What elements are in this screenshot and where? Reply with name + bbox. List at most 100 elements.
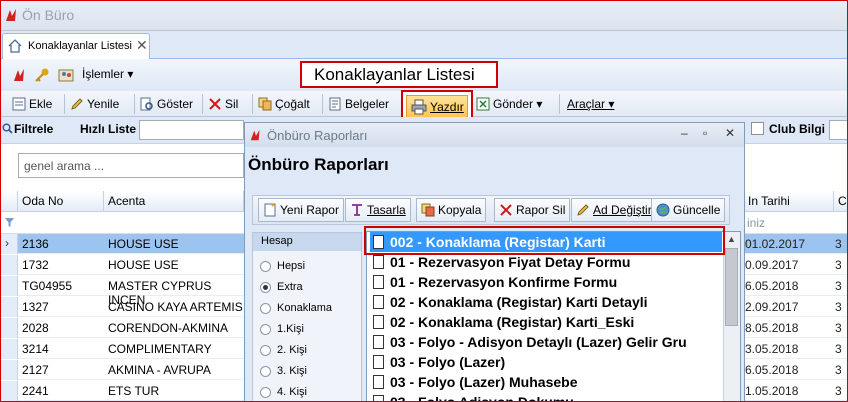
column-header-extra[interactable]: C: [834, 191, 848, 212]
document-icon: [373, 295, 384, 309]
table-row[interactable]: 2028 CORENDON-AKMINA: [0, 318, 244, 338]
hesap-radio[interactable]: [260, 261, 271, 272]
cell-in-tarihi: 6.05.2018: [745, 279, 799, 293]
users-icon[interactable]: [58, 67, 74, 83]
scroll-up-icon[interactable]: ▲: [727, 234, 736, 244]
club-bilgi-checkbox[interactable]: [751, 122, 764, 135]
table-row-right[interactable]: 6.05.2018 3: [744, 276, 848, 296]
tab-konaklayanlar[interactable]: Konaklayanlar Listesi ✕: [2, 33, 150, 59]
report-item[interactable]: 03 - Folyo (Lazer) Muhasebe: [370, 372, 722, 392]
table-row-right[interactable]: 1.05.2018 3: [744, 381, 848, 401]
table-row[interactable]: TG04955 MASTER CYPRUS INCEN: [0, 276, 244, 307]
report-item[interactable]: 02 - Konaklama (Registar) Karti_Eski: [370, 312, 722, 332]
table-row[interactable]: 2127 AKMINA - AVRUPA: [0, 360, 244, 380]
cell-oda-no: 2136: [22, 237, 49, 251]
app-logo-icon[interactable]: [12, 67, 28, 83]
report-item[interactable]: 03 - Folyo (Lazer): [370, 352, 722, 372]
hesap-radio[interactable]: [260, 303, 271, 314]
row-indicator: [0, 255, 18, 275]
report-item[interactable]: 01 - Rezervasyon Konfirme Formu: [370, 272, 722, 292]
hesap-radio[interactable]: [260, 282, 271, 293]
reports-scroll-thumb[interactable]: [725, 248, 738, 326]
minimize-icon[interactable]: –: [681, 126, 688, 140]
report-name: 03 - Folyo (Lazer): [390, 354, 506, 370]
row-indicator: [0, 276, 18, 296]
report-item[interactable]: 03 - Folyo Adisyon Dokumu: [370, 392, 722, 402]
document-icon: [373, 255, 384, 269]
search-input[interactable]: genel arama ...: [18, 153, 244, 178]
cell-extra: 3: [835, 300, 842, 314]
copy-icon: [258, 97, 272, 111]
column-header-acenta[interactable]: Acenta: [104, 191, 244, 212]
column-header-oda-no[interactable]: Oda No: [18, 191, 104, 212]
tasarla-label: Tasarla: [367, 203, 406, 217]
yeni-rapor-button[interactable]: Yeni Rapor: [258, 198, 344, 222]
hesap-radio[interactable]: [260, 324, 271, 335]
kopyala-label: Kopyala: [438, 203, 482, 217]
cell-in-tarihi: 1.05.2018: [745, 384, 799, 398]
ekle-button[interactable]: Ekle: [12, 95, 52, 113]
row-indicator: [0, 381, 18, 401]
report-name: 02 - Konaklama (Registar) Karti_Eski: [390, 314, 635, 330]
araclar-menu[interactable]: Araçlar ▾: [567, 95, 614, 113]
table-row[interactable]: › 2136 HOUSE USE: [0, 234, 244, 254]
cell-in-tarihi: 2.09.2017: [745, 300, 799, 314]
islemler-menu[interactable]: İşlemler ▾: [82, 67, 133, 81]
document-icon: [373, 395, 384, 402]
table-row-right[interactable]: 0.09.2017 3: [744, 255, 848, 275]
cell-oda-no: 3214: [22, 342, 49, 356]
table-row[interactable]: 1327 CASINO KAYA ARTEMIS: [0, 297, 244, 317]
rapor-sil-button[interactable]: Rapor Sil: [494, 198, 571, 222]
dialog-title: Önbüro Raporları: [267, 128, 368, 143]
right-filter-input[interactable]: [829, 120, 848, 140]
guncelle-button[interactable]: Güncelle: [651, 198, 726, 222]
cogalt-label: Çoğalt: [275, 97, 310, 111]
table-row[interactable]: 3214 COMPLIMENTARY: [0, 339, 244, 359]
cogalt-button[interactable]: Çoğalt: [258, 95, 310, 113]
table-row-right[interactable]: 01.02.2017 3: [744, 234, 848, 254]
table-row-right[interactable]: 2.09.2017 3: [744, 297, 848, 317]
maximize-icon[interactable]: ▫: [703, 126, 707, 140]
hesap-radio[interactable]: [260, 387, 271, 398]
yenile-button[interactable]: Yenile: [70, 95, 119, 113]
table-row[interactable]: 2241 ETS TUR: [0, 381, 244, 401]
cell-oda-no: 1327: [22, 300, 49, 314]
report-item[interactable]: 01 - Rezervasyon Fiyat Detay Formu: [370, 252, 722, 272]
cell-in-tarihi: 01.02.2017: [745, 237, 806, 251]
document-icon: [373, 375, 384, 389]
column-header-in-tarihi[interactable]: In Tarihi: [744, 191, 834, 212]
table-row[interactable]: 1732 HOUSE USE: [0, 255, 244, 275]
key-icon[interactable]: [34, 67, 50, 83]
goster-button[interactable]: Göster: [140, 95, 193, 113]
table-row-right[interactable]: 8.05.2018 3: [744, 318, 848, 338]
filtrele-button[interactable]: Filtrele: [14, 122, 53, 136]
belgeler-button[interactable]: Belgeler: [328, 95, 389, 113]
cell-acenta: AKMINA - AVRUPA: [108, 363, 211, 377]
hesap-radio-label: Hepsi: [277, 260, 306, 272]
report-item[interactable]: 02 - Konaklama (Registar) Karti Detayli: [370, 292, 722, 312]
araclar-label: Araçlar ▾: [567, 97, 615, 111]
page-title: Konaklayanlar Listesi: [300, 61, 498, 88]
rapor-sil-label: Rapor Sil: [516, 203, 566, 217]
hesap-radio[interactable]: [260, 366, 271, 377]
edit-icon: [71, 98, 83, 110]
gonder-button[interactable]: Gönder ▾: [476, 95, 542, 113]
table-row-right[interactable]: 3.05.2018 3: [744, 339, 848, 359]
tasarla-button[interactable]: Tasarla: [345, 198, 411, 222]
tab-close-icon[interactable]: ✕: [136, 37, 148, 54]
grid-corner: [0, 191, 18, 212]
globe-icon: [656, 203, 670, 217]
table-row-right[interactable]: 6.05.2018 3: [744, 360, 848, 380]
kopyala-button[interactable]: Kopyala: [416, 198, 487, 222]
close-icon[interactable]: ✕: [725, 126, 735, 140]
hizli-liste-input[interactable]: [139, 120, 244, 140]
gonder-label: Gönder ▾: [493, 97, 543, 111]
row-indicator: [0, 297, 18, 317]
ad-degistir-button[interactable]: Ad Değiştir: [571, 198, 657, 222]
report-item[interactable]: 03 - Folyo - Adisyon Detaylı (Lazer) Gel…: [370, 332, 722, 352]
hesap-radio[interactable]: [260, 345, 271, 356]
report-name: 01 - Rezervasyon Fiyat Detay Formu: [390, 254, 631, 270]
sil-button[interactable]: Sil: [208, 95, 238, 113]
window-title: Ön Büro: [22, 7, 75, 23]
cell-extra: 3: [835, 384, 842, 398]
